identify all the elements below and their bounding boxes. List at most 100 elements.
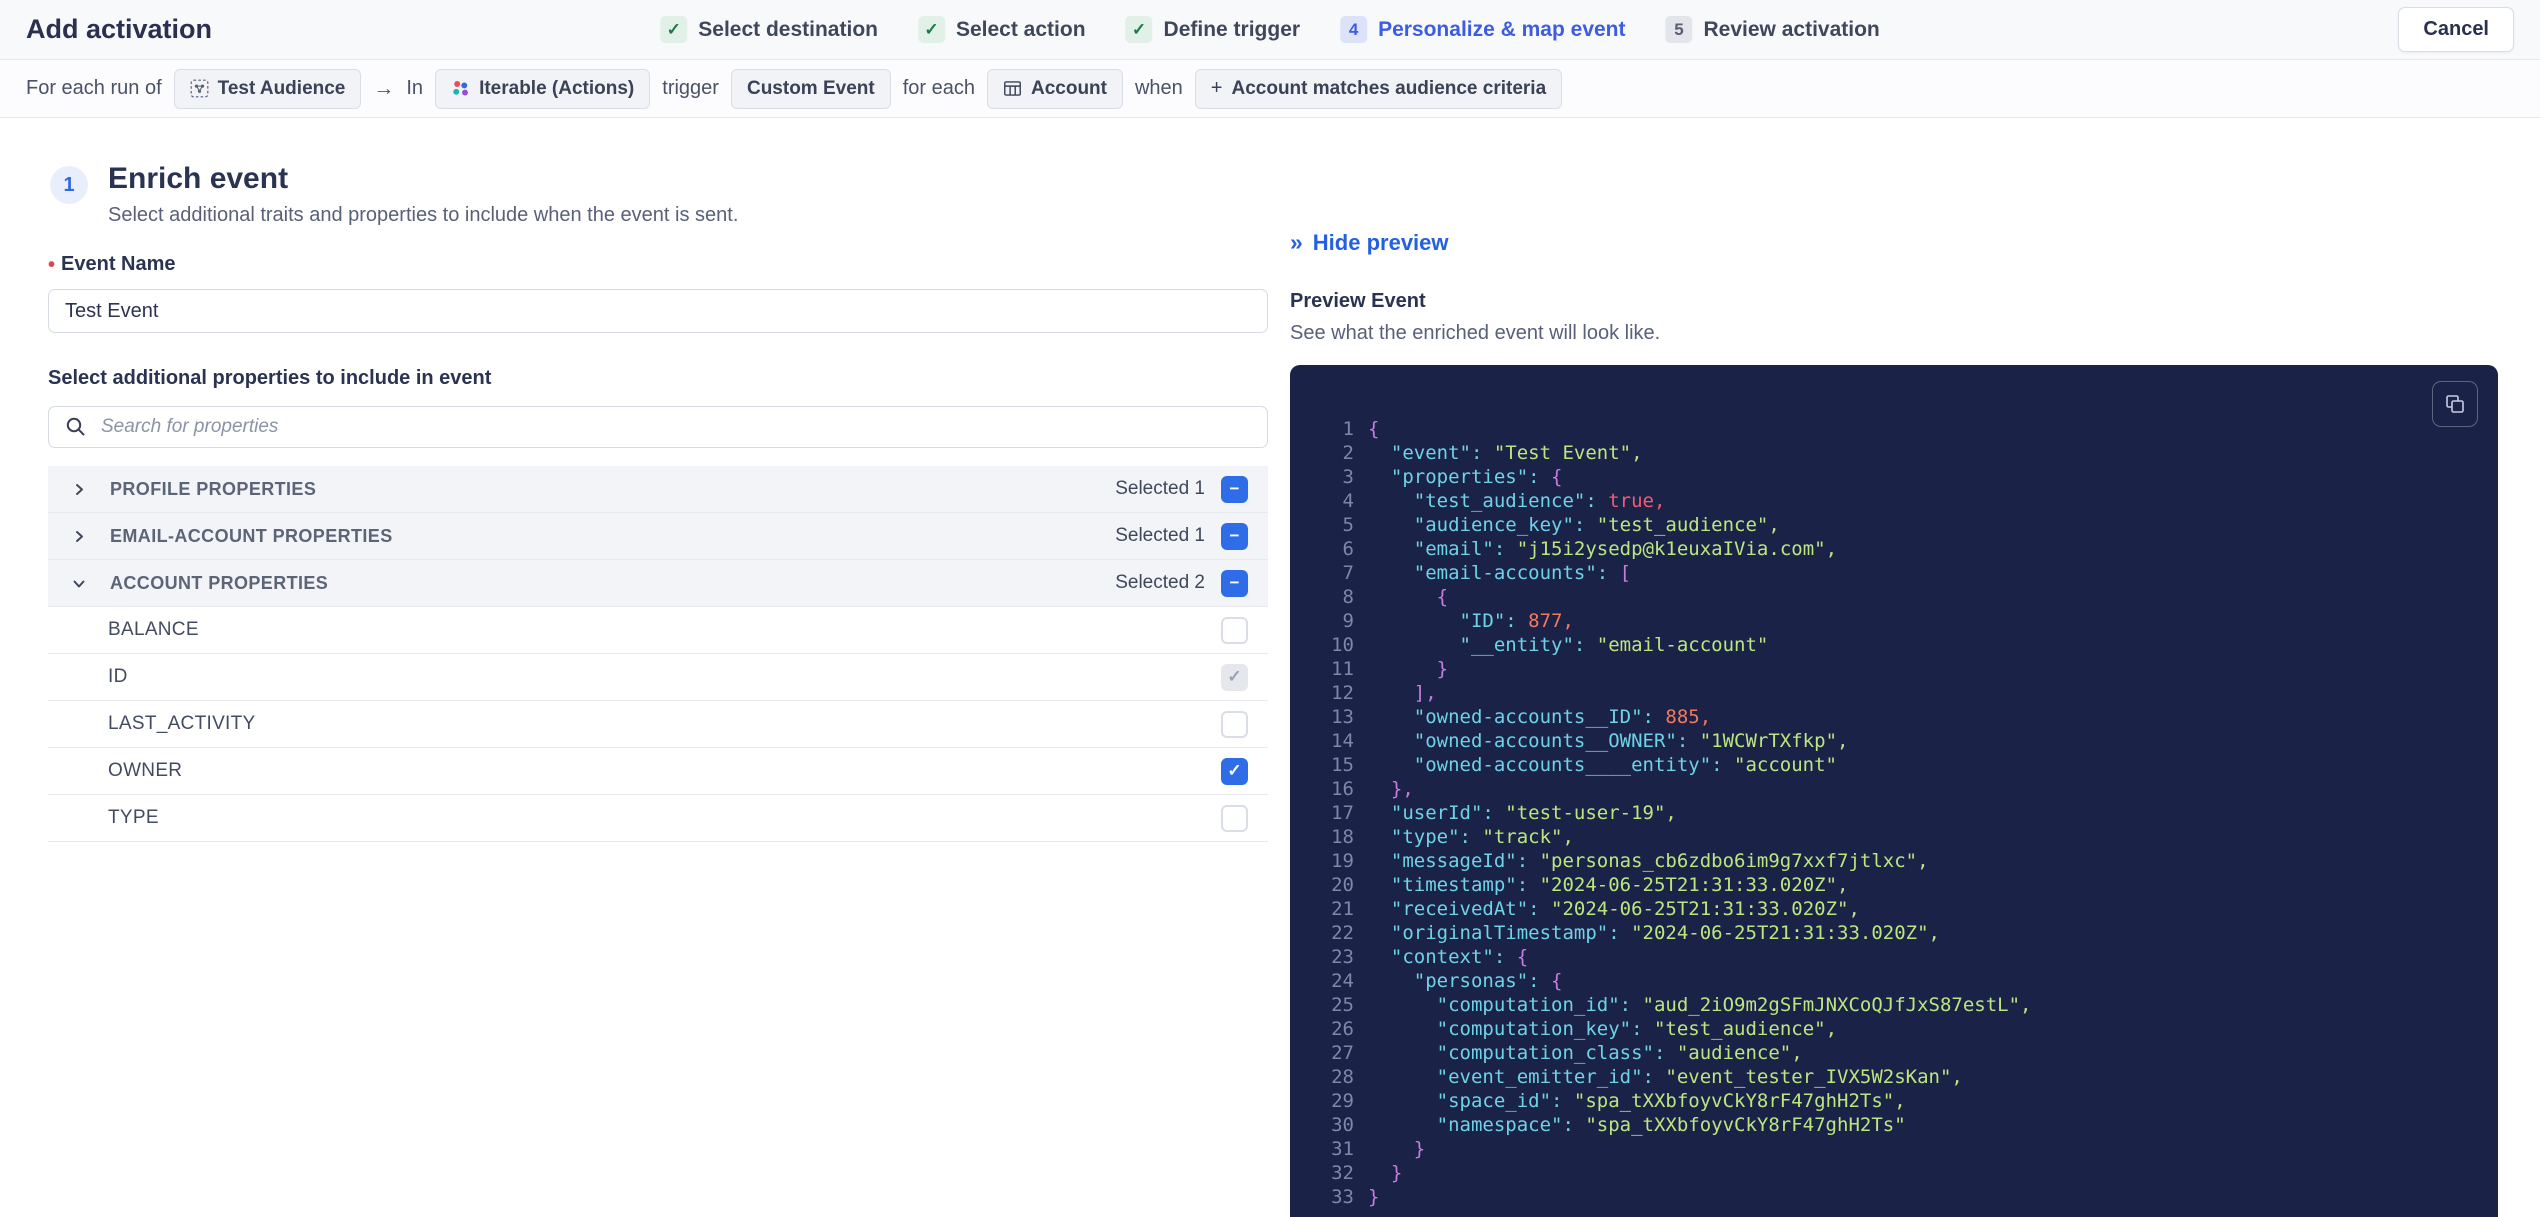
property-group-row[interactable]: PROFILE PROPERTIES Selected 1− bbox=[48, 466, 1268, 513]
top-bar: Add activation ✓ Select destination ✓ Selec… bbox=[0, 0, 2540, 60]
checkbox-indeterminate[interactable]: − bbox=[1221, 569, 1248, 597]
code-line-content: "receivedAt": "2024-06-25T21:31:33.020Z"… bbox=[1368, 898, 1860, 920]
code-line-number: 17 bbox=[1331, 802, 1354, 824]
code-line-content: "email": "j15i2ysedp@k1euxaIVia.com", bbox=[1368, 538, 1838, 560]
chevron-down-icon bbox=[72, 576, 86, 591]
stepper-step-3[interactable]: ✓ Define trigger bbox=[1125, 16, 1300, 43]
code-line-number: 22 bbox=[1331, 922, 1354, 944]
code-line: 16 }, bbox=[1310, 777, 2478, 801]
code-line: 24 "personas": { bbox=[1310, 969, 2478, 993]
code-line-number: 7 bbox=[1342, 562, 1354, 584]
code-line-content: "properties": { bbox=[1368, 466, 1563, 488]
property-group-row[interactable]: EMAIL-ACCOUNT PROPERTIES Selected 1− bbox=[48, 513, 1268, 560]
code-line: 14 "owned-accounts__OWNER": "1WCWrTXfkp"… bbox=[1310, 729, 2478, 753]
checkbox-indeterminate[interactable]: − bbox=[1221, 522, 1248, 550]
property-item-label: ID bbox=[108, 666, 128, 687]
stepper-step-5[interactable]: 5 Review activation bbox=[1665, 16, 1880, 43]
step-label: Review activation bbox=[1703, 17, 1880, 41]
stepper-step-4[interactable]: 4 Personalize & map event bbox=[1340, 16, 1626, 43]
code-line: 4 "test_audience": true, bbox=[1310, 489, 2478, 513]
code-line: 1{ bbox=[1310, 417, 2478, 441]
code-line-content: }, bbox=[1368, 778, 1414, 800]
property-item-row[interactable]: BALANCE bbox=[48, 607, 1268, 654]
stepper: ✓ Select destination ✓ Select action ✓ Define… bbox=[660, 16, 1880, 43]
trigger-text: trigger bbox=[662, 77, 719, 99]
code-line-number: 30 bbox=[1331, 1114, 1354, 1136]
checkbox-unchecked[interactable] bbox=[1221, 616, 1248, 644]
code-line: 18 "type": "track", bbox=[1310, 825, 2478, 849]
code-line-number: 13 bbox=[1331, 706, 1354, 728]
step-done-check-icon: ✓ bbox=[917, 16, 945, 43]
table-icon bbox=[1003, 79, 1022, 98]
copy-icon[interactable] bbox=[2432, 381, 2478, 427]
property-item-row[interactable]: TYPE bbox=[48, 795, 1268, 842]
code-line: 26 "computation_key": "test_audience", bbox=[1310, 1017, 2478, 1041]
code-line-number: 10 bbox=[1331, 634, 1354, 656]
trigger-chip[interactable]: Custom Event bbox=[730, 68, 891, 109]
code-line-number: 6 bbox=[1342, 538, 1354, 560]
code-line: 11 } bbox=[1310, 657, 2478, 681]
code-line-number: 27 bbox=[1331, 1042, 1354, 1064]
checkbox-indeterminate[interactable]: − bbox=[1221, 475, 1248, 503]
code-line-content: "event_emitter_id": "event_tester_IVX5W2… bbox=[1368, 1066, 1963, 1088]
trigger-chip[interactable]: + Account matches audience criteria bbox=[1194, 68, 1563, 109]
code-line: 13 "owned-accounts__ID": 885, bbox=[1310, 705, 2478, 729]
code-line-number: 33 bbox=[1331, 1186, 1354, 1208]
trigger-chip[interactable]: Account bbox=[986, 68, 1123, 109]
checkbox-unchecked[interactable] bbox=[1221, 804, 1248, 832]
checkbox-checked-disabled[interactable]: ✓ bbox=[1221, 663, 1248, 691]
code-line-content: "space_id": "spa_tXXbfoyvCkY8rF47ghH2Ts"… bbox=[1368, 1090, 1906, 1112]
code-line: 28 "event_emitter_id": "event_tester_IVX… bbox=[1310, 1065, 2478, 1089]
trigger-text: for each bbox=[902, 77, 975, 99]
code-line: 19 "messageId": "personas_cb6zdbo6im9g7x… bbox=[1310, 849, 2478, 873]
properties-section-label: Select additional properties to include … bbox=[48, 367, 492, 389]
property-group-name: EMAIL-ACCOUNT PROPERTIES bbox=[110, 525, 393, 546]
step-label: Personalize & map event bbox=[1378, 17, 1626, 41]
checkbox-unchecked[interactable] bbox=[1221, 710, 1248, 738]
code-line: 27 "computation_class": "audience", bbox=[1310, 1041, 2478, 1065]
code-line-content: ], bbox=[1368, 682, 1437, 704]
property-item-row[interactable]: LAST_ACTIVITY bbox=[48, 701, 1268, 748]
code-line-number: 20 bbox=[1331, 874, 1354, 896]
checkbox-checked[interactable]: ✓ bbox=[1221, 757, 1248, 785]
preview-title: Preview Event bbox=[1290, 290, 1426, 312]
preview-panel: » Hide preview Preview Event See what th… bbox=[1290, 227, 2498, 1217]
code-line-number: 15 bbox=[1331, 754, 1354, 776]
stepper-step-2[interactable]: ✓ Select action bbox=[917, 16, 1086, 43]
code-line-number: 11 bbox=[1331, 658, 1354, 680]
code-line-content: "__entity": "email-account" bbox=[1368, 634, 1769, 656]
search-input[interactable] bbox=[48, 406, 1268, 448]
code-line-content: "owned-accounts__OWNER": "1WCWrTXfkp", bbox=[1368, 730, 1849, 752]
code-line-number: 21 bbox=[1331, 898, 1354, 920]
required-marker: • bbox=[48, 253, 56, 276]
property-group-row[interactable]: ACCOUNT PROPERTIES Selected 2− bbox=[48, 560, 1268, 607]
code-line-content: "computation_class": "audience", bbox=[1368, 1042, 1803, 1064]
property-item-row[interactable]: OWNER ✓ bbox=[48, 748, 1268, 795]
trigger-text: In bbox=[406, 77, 424, 99]
code-line-content: "timestamp": "2024-06-25T21:31:33.020Z", bbox=[1368, 874, 1849, 896]
code-line: 32 } bbox=[1310, 1161, 2478, 1185]
code-line-number: 26 bbox=[1331, 1018, 1354, 1040]
iterable-icon bbox=[451, 79, 470, 98]
code-line-content: "originalTimestamp": "2024-06-25T21:31:3… bbox=[1368, 922, 1940, 944]
selected-count-label: Selected 2 bbox=[1115, 572, 1205, 593]
code-line: 6 "email": "j15i2ysedp@k1euxaIVia.com", bbox=[1310, 537, 2478, 561]
stepper-step-1[interactable]: ✓ Select destination bbox=[660, 16, 878, 43]
hide-preview-link[interactable]: » Hide preview bbox=[1290, 229, 1449, 256]
cancel-button[interactable]: Cancel bbox=[2398, 7, 2514, 52]
code-line-number: 31 bbox=[1331, 1138, 1354, 1160]
property-item-label: TYPE bbox=[108, 807, 159, 828]
json-code: 1{2 "event": "Test Event", 3 "properties"… bbox=[1310, 417, 2478, 1209]
trigger-chip[interactable]: Iterable (Actions) bbox=[435, 68, 651, 109]
trigger-chip-label: Account bbox=[1030, 77, 1107, 99]
event-name-input[interactable] bbox=[48, 289, 1268, 333]
code-line: 9 "ID": 877, bbox=[1310, 609, 2478, 633]
property-item-row[interactable]: ID ✓ bbox=[48, 654, 1268, 701]
code-line-content: { bbox=[1368, 586, 1449, 608]
trigger-chip[interactable]: Test Audience bbox=[173, 68, 362, 109]
code-line: 22 "originalTimestamp": "2024-06-25T21:3… bbox=[1310, 921, 2478, 945]
step-number: 5 bbox=[1665, 16, 1693, 43]
property-group-name: ACCOUNT PROPERTIES bbox=[110, 572, 329, 593]
property-group-name: PROFILE PROPERTIES bbox=[110, 478, 317, 499]
code-line-content: { bbox=[1368, 418, 1380, 440]
